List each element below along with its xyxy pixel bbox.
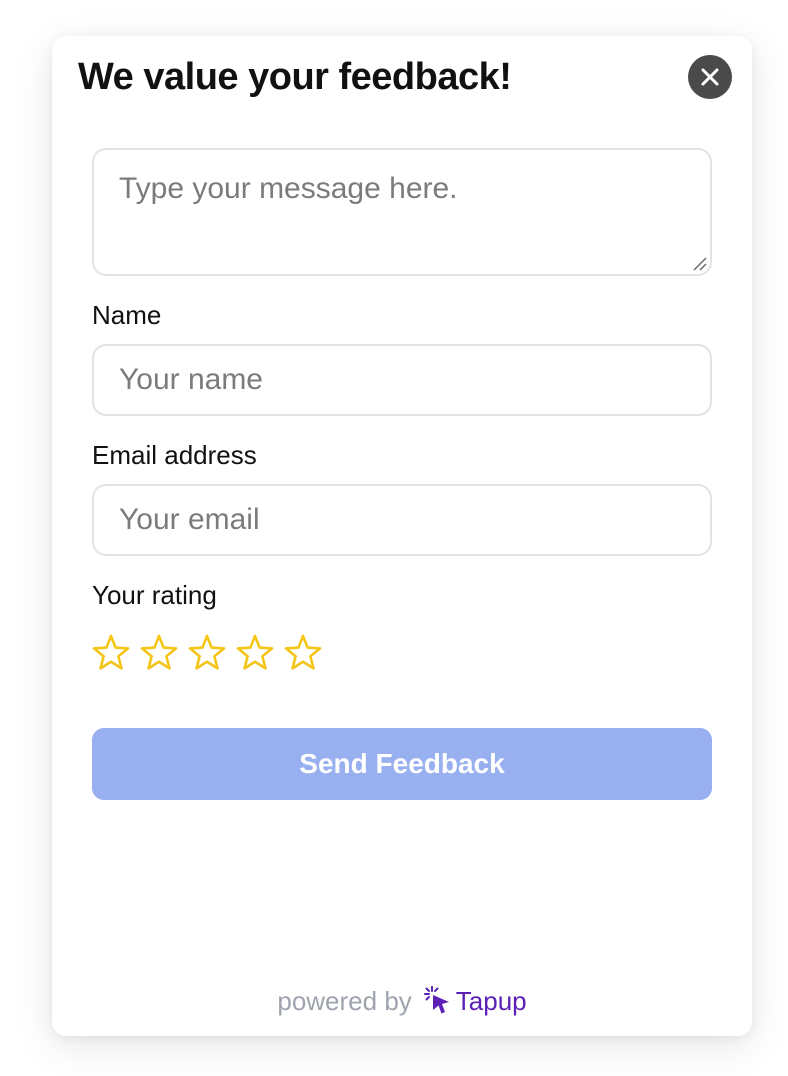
cursor-click-icon [423,986,449,1014]
message-field [92,148,712,276]
star-icon[interactable] [188,632,226,672]
star-rating [92,632,322,674]
email-field [92,484,712,556]
feedback-modal: We value your feedback! Name Email addre… [52,36,752,1036]
star-icon[interactable] [284,632,322,672]
brand-name: Tapup [455,985,527,1016]
send-feedback-button[interactable]: Send Feedback [92,728,712,800]
email-input[interactable] [94,486,710,554]
star-icon[interactable] [236,632,274,672]
name-field [92,344,712,416]
name-input[interactable] [94,346,710,414]
email-label: Email address [92,440,257,470]
name-label: Name [92,300,162,330]
resize-handle-icon[interactable] [691,255,707,271]
message-textarea[interactable] [94,150,710,274]
close-button[interactable] [688,55,732,99]
powered-by-footer: powered by Tapup [52,984,752,1018]
star-icon[interactable] [92,632,130,672]
close-icon [701,68,719,86]
rating-label: Your rating [92,580,217,610]
powered-by-text: powered by [277,985,412,1016]
star-icon[interactable] [140,632,178,672]
brand-link[interactable]: Tapup [422,985,527,1017]
modal-title: We value your feedback! [78,56,512,98]
